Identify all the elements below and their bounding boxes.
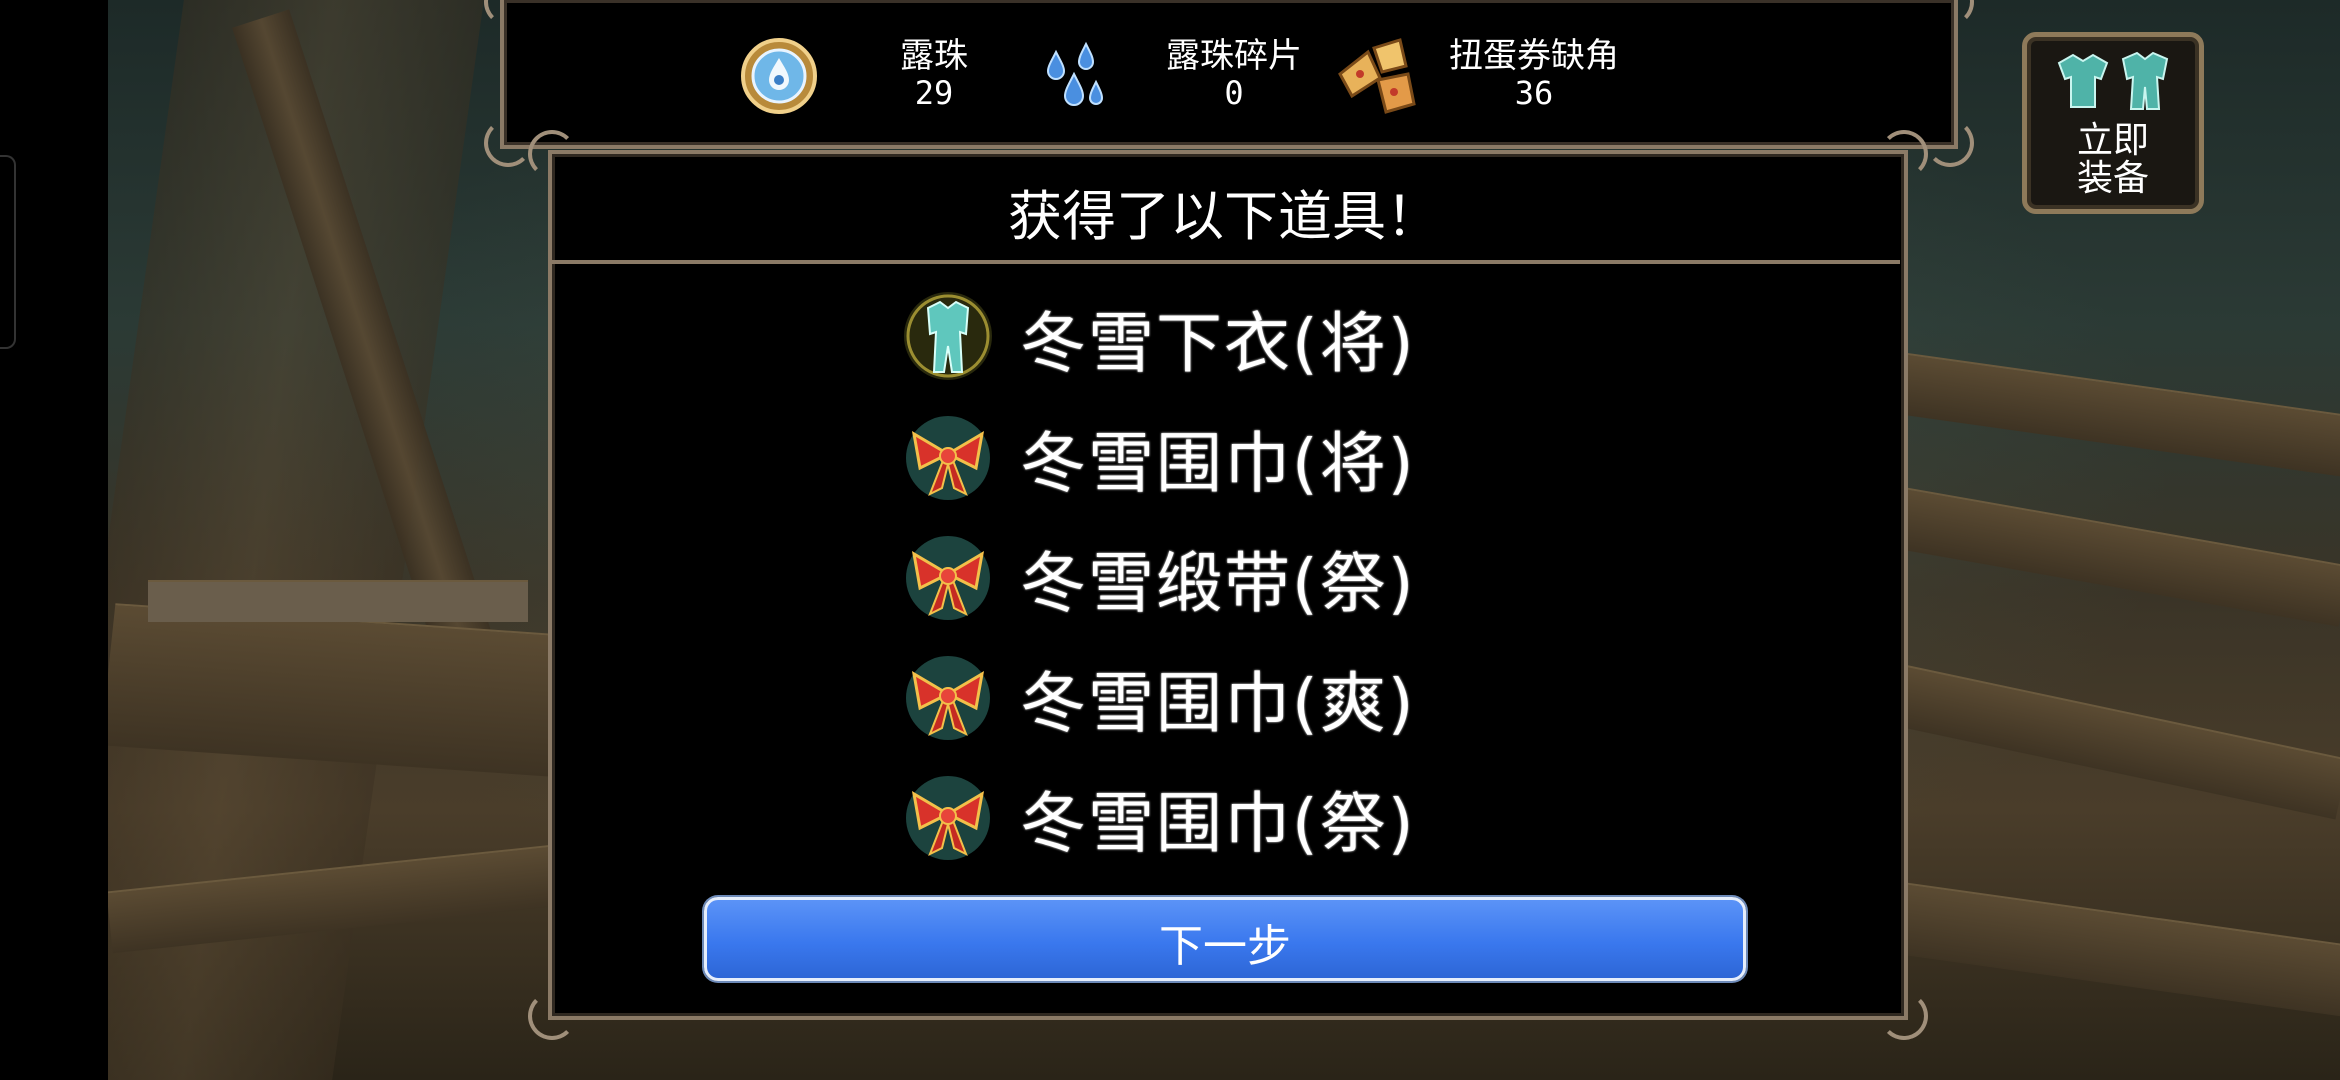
dew-orb-icon — [741, 38, 817, 114]
red-ribbon-icon — [906, 776, 990, 860]
reward-item: 冬雪围巾(爽) — [900, 640, 1500, 750]
resource-value: 29 — [914, 74, 954, 112]
equip-now-label: 立即 装备 — [2027, 122, 2199, 198]
frame-ornament — [1880, 992, 1928, 1040]
resource-name: 扭蛋券缺角 — [1449, 36, 1619, 76]
item-name: 冬雪缎带(祭) — [1020, 545, 1416, 622]
next-step-button[interactable]: 下一步 — [704, 897, 1746, 981]
next-step-label: 下一步 — [1159, 921, 1291, 972]
resource-name: 露珠 — [900, 36, 968, 76]
dew-shard-icon — [1046, 41, 1104, 106]
item-name: 冬雪围巾(将) — [1020, 425, 1416, 502]
red-ribbon-icon — [906, 656, 990, 740]
equip-label-line1: 立即 — [2076, 120, 2149, 161]
side-handle[interactable] — [0, 155, 16, 349]
reward-item: 冬雪下衣(将) — [900, 280, 1500, 390]
left-black-bar — [0, 0, 108, 1080]
frame-ornament — [484, 119, 532, 167]
gacha-ticket-fragment-icon — [1338, 38, 1416, 114]
item-name: 冬雪围巾(爽) — [1020, 665, 1416, 742]
resource-name: 露珠碎片 — [1166, 36, 1302, 76]
resource-value: 36 — [1514, 74, 1554, 112]
reward-item: 冬雪围巾(祭) — [900, 760, 1500, 870]
frame-ornament — [528, 992, 576, 1040]
reward-item: 冬雪围巾(将) — [900, 400, 1500, 510]
red-ribbon-icon — [906, 536, 990, 620]
item-name: 冬雪下衣(将) — [1020, 305, 1416, 382]
reward-item: 冬雪缎带(祭) — [900, 520, 1500, 630]
red-ribbon-icon — [906, 416, 990, 500]
resource-bar: 露珠 29 露珠碎片 0 扭蛋券缺角 36 — [484, 0, 1974, 167]
resource-value: 0 — [1224, 74, 1244, 112]
item-name: 冬雪围巾(祭) — [1020, 785, 1416, 862]
armor-icon — [904, 292, 992, 380]
frame-ornament — [1926, 119, 1974, 167]
armor-set-icon — [2057, 51, 2169, 110]
equip-now-button[interactable]: 立即 装备 — [2022, 32, 2204, 214]
dialog-title: 获得了以下道具！ — [1008, 185, 1440, 248]
equip-label-line2: 装备 — [2076, 158, 2149, 199]
